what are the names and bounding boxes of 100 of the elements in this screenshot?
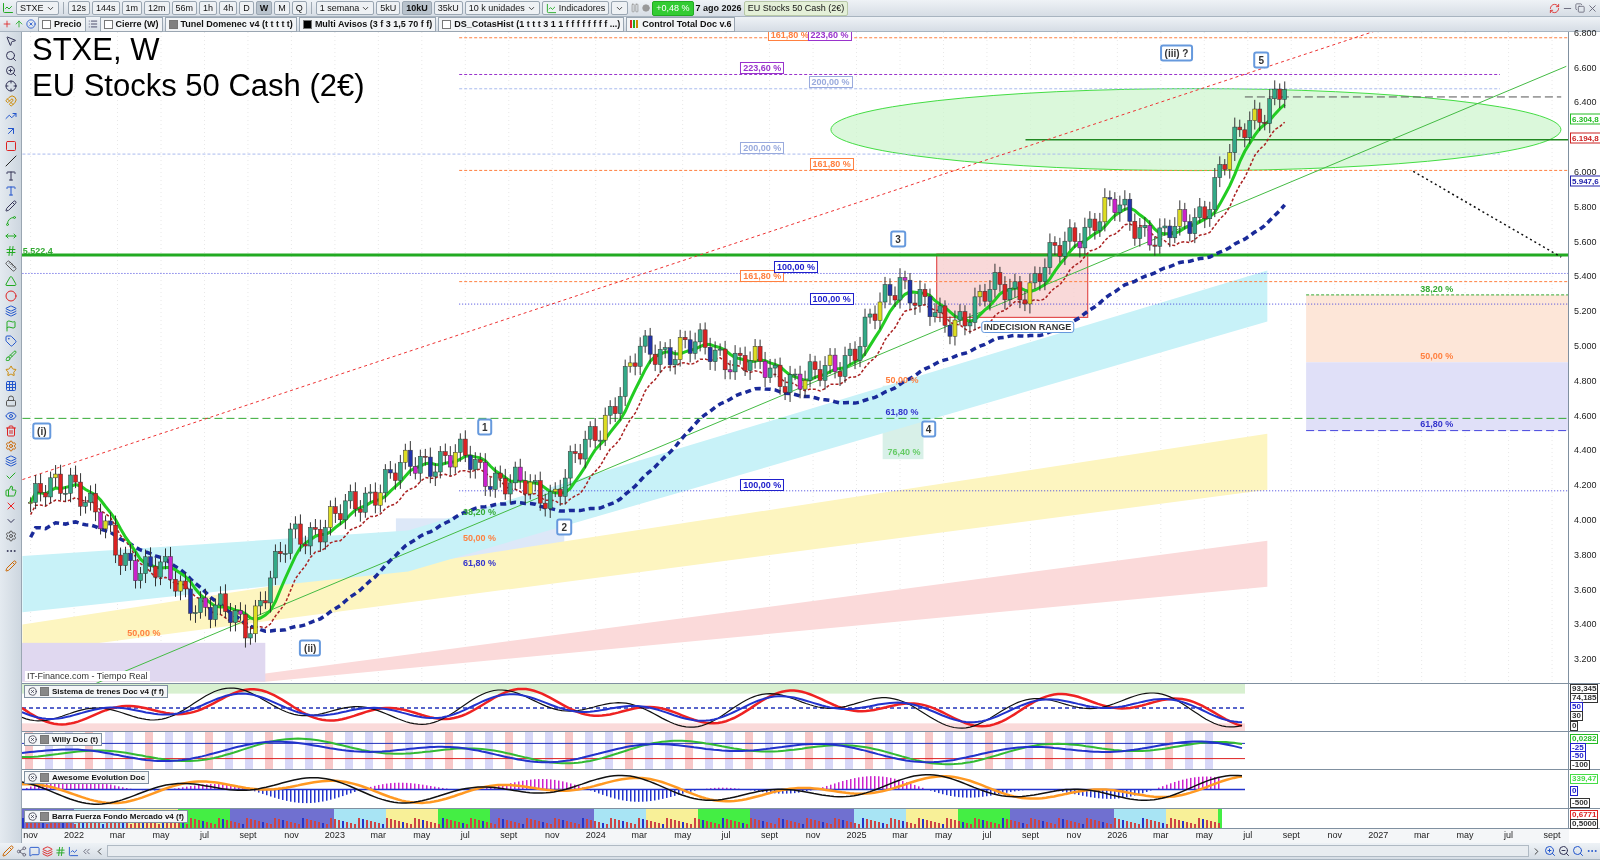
swatch-icon: [40, 773, 49, 782]
close-icon[interactable]: [28, 812, 37, 821]
color-bars-icon: [630, 20, 640, 28]
timeframe-button[interactable]: 12s: [67, 1, 91, 15]
axis-label: mar: [1153, 830, 1169, 840]
grid-icon[interactable]: [55, 845, 66, 857]
zoom-in-icon[interactable]: [1544, 845, 1556, 857]
checkbox[interactable]: [103, 19, 113, 29]
timeframe-button[interactable]: 144s: [92, 1, 120, 15]
axis-label: 3.400: [1574, 619, 1597, 630]
scrollbar-track[interactable]: [107, 845, 1529, 857]
axis-label: 2027: [1368, 830, 1389, 840]
units-dropdown[interactable]: 10 k unidades: [464, 1, 540, 15]
timeframe-button[interactable]: M: [274, 1, 290, 15]
timeframe-button[interactable]: Q: [291, 1, 307, 15]
axis-value: -500: [1570, 798, 1591, 808]
period-dropdown[interactable]: 1 semana: [315, 1, 375, 15]
list-icon[interactable]: [87, 19, 98, 29]
circle-icon[interactable]: [4, 290, 17, 302]
timeframe-button[interactable]: 56m: [171, 1, 198, 15]
text-icon[interactable]: [4, 170, 17, 182]
zoom-out-icon[interactable]: [1558, 845, 1570, 857]
swatch-icon: [40, 735, 49, 744]
axis-label: nov: [284, 830, 299, 840]
timeframe-button[interactable]: 12m: [144, 1, 170, 15]
pencil-icon[interactable]: [4, 200, 17, 212]
check-icon[interactable]: [4, 470, 17, 482]
timeframe-button[interactable]: 4h: [219, 1, 238, 15]
axis-label: sept: [239, 830, 257, 840]
grid-icon[interactable]: [4, 380, 17, 392]
close-icon[interactable]: [28, 687, 37, 696]
checkbox[interactable]: [42, 19, 51, 29]
settings-icon[interactable]: [4, 530, 17, 542]
share-icon[interactable]: [16, 845, 27, 857]
close-icon[interactable]: [1587, 2, 1598, 14]
axis-label: 2026: [1107, 830, 1128, 840]
brush-icon[interactable]: [4, 350, 17, 362]
triangle-icon[interactable]: [4, 275, 17, 287]
chart-annotation: INDECISION RANGE: [980, 320, 1075, 333]
close-icon[interactable]: [28, 735, 37, 744]
axis-label: 6.000: [1574, 166, 1597, 177]
unit-button[interactable]: 35kU: [433, 1, 463, 15]
rectangle-icon[interactable]: [4, 140, 17, 152]
flag-icon[interactable]: [4, 320, 17, 332]
axis-label: 6.800: [1574, 27, 1597, 38]
axis-label: 2025: [846, 830, 867, 840]
line-icon[interactable]: [4, 155, 17, 167]
pointer-icon[interactable]: [4, 35, 17, 47]
crosshair-icon[interactable]: [4, 80, 17, 92]
axis-label: 2023: [324, 830, 345, 840]
close-icon[interactable]: [26, 19, 36, 29]
axis-label: 4.400: [1574, 445, 1597, 456]
layers-icon[interactable]: [42, 845, 53, 857]
symbol-dropdown[interactable]: STXE: [16, 1, 59, 15]
comment-icon[interactable]: [29, 845, 40, 857]
unit-button[interactable]: 10kU: [402, 1, 432, 15]
refresh-icon[interactable]: [1549, 2, 1560, 14]
axis-label: sept: [1282, 830, 1300, 840]
timeframe-button[interactable]: 1h: [199, 1, 218, 15]
axis-label: 6.400: [1574, 97, 1597, 108]
checkbox[interactable]: [442, 19, 452, 29]
axis-label: 3.600: [1574, 584, 1597, 595]
indicators-button[interactable]: Indicadores: [541, 1, 610, 15]
timeframe-button[interactable]: W: [255, 1, 273, 15]
axis-value: 30: [1570, 711, 1583, 721]
indicator-title: Barra Fuerza Fondo Mercado v4 (f): [52, 812, 185, 821]
zoom-in-icon[interactable]: [4, 65, 17, 77]
trash-icon[interactable]: [4, 425, 17, 437]
layers-icon[interactable]: [4, 305, 17, 317]
search-icon[interactable]: [4, 50, 17, 62]
chart-annotation: 5.522,4: [22, 246, 54, 256]
settings-icon[interactable]: [4, 440, 17, 452]
axis-label: may: [1195, 830, 1213, 840]
chart-annotation: 200,00 %: [808, 75, 853, 88]
timeframe-button[interactable]: D: [239, 1, 254, 15]
add-icon[interactable]: [2, 19, 12, 29]
date-label: 7 ago 2026: [695, 3, 742, 13]
axis-label: sept: [761, 830, 779, 840]
chart-icon[interactable]: [68, 845, 79, 857]
thumbs-up-icon[interactable]: [4, 485, 17, 497]
lock-icon[interactable]: [4, 395, 17, 407]
chart-annotation: 1: [476, 418, 493, 435]
ruler-icon[interactable]: [4, 260, 17, 272]
axis-label: may: [934, 830, 952, 840]
layers-icon[interactable]: [4, 455, 17, 467]
axis-label: jul: [460, 830, 470, 840]
restore-icon[interactable]: [1575, 3, 1585, 13]
timeframe-button[interactable]: 1m: [121, 1, 143, 15]
search-icon[interactable]: [1572, 845, 1584, 857]
close-icon[interactable]: [28, 773, 37, 782]
eye-icon[interactable]: [4, 410, 17, 422]
axis-value: 0: [1570, 721, 1579, 731]
arrow-up-icon[interactable]: [14, 19, 24, 29]
grid-icon[interactable]: [4, 245, 17, 257]
star-icon[interactable]: [4, 365, 17, 377]
dropdown-button[interactable]: [611, 1, 629, 15]
trend-icon[interactable]: [4, 110, 17, 122]
tag-icon[interactable]: [4, 335, 17, 347]
unit-button[interactable]: 5kU: [376, 1, 401, 15]
chart-icon[interactable]: [2, 2, 14, 14]
